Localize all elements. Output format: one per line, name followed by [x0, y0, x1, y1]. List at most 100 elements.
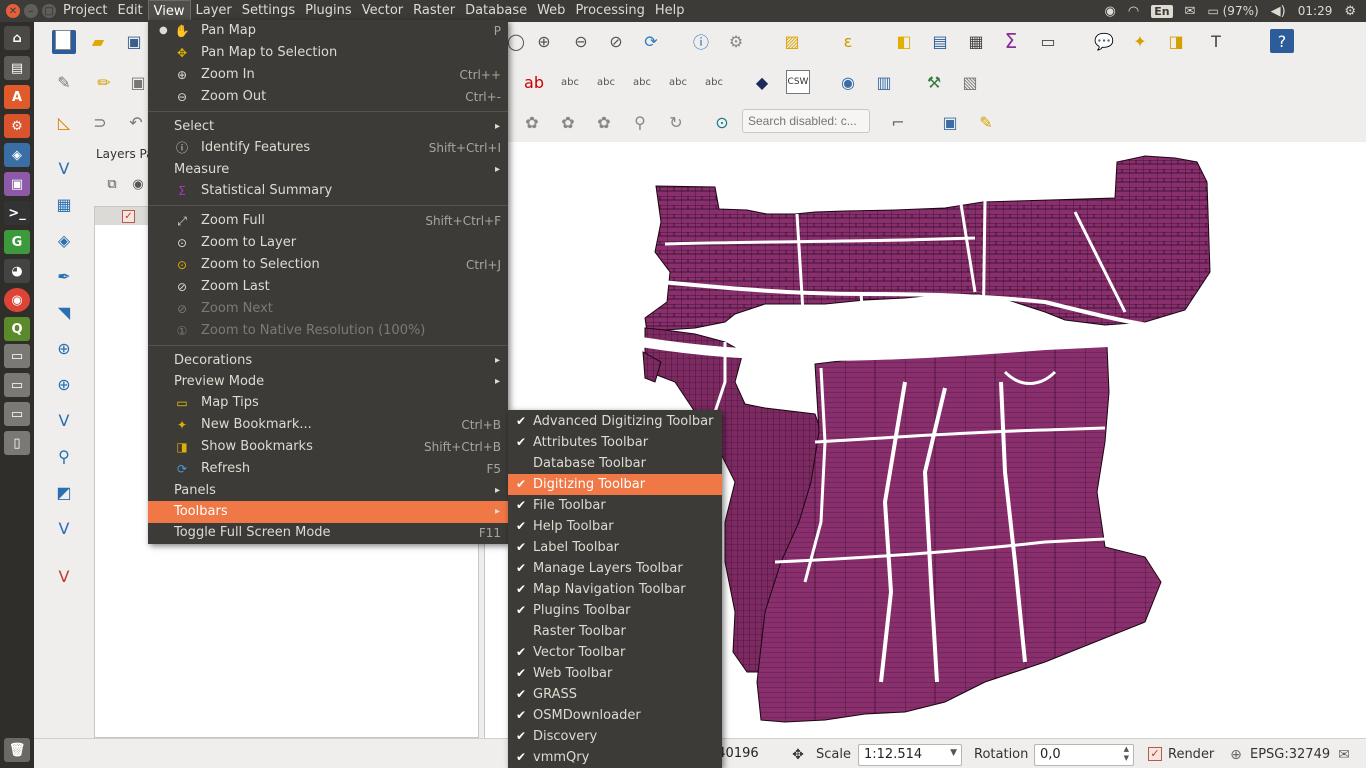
- edit-note-icon[interactable]: ✎: [974, 110, 998, 134]
- terminal-icon[interactable]: >_: [4, 201, 30, 225]
- drive-4-icon[interactable]: ▯: [4, 431, 30, 455]
- view-menu-item-panels[interactable]: Panels ▸: [148, 480, 508, 502]
- view-menu-item-show-bookmarks[interactable]: ◨ Show Bookmarks Shift+Ctrl+B: [148, 436, 508, 458]
- label-tool-icon[interactable]: ab: [522, 70, 546, 94]
- view-menu-item-pan-map[interactable]: ● ✋ Pan Map P: [148, 20, 508, 42]
- clock[interactable]: 01:29: [1298, 4, 1333, 18]
- menu-view[interactable]: View: [147, 0, 191, 22]
- minimize-window-icon[interactable]: –: [24, 4, 38, 18]
- drive-icon[interactable]: ▭: [4, 344, 30, 368]
- menu-project[interactable]: Project: [58, 0, 112, 22]
- toolbar-toggle-grass[interactable]: ✔ GRASS: [508, 684, 722, 705]
- view-menu-item-preview-mode[interactable]: Preview Mode ▸: [148, 371, 508, 393]
- software-center-icon[interactable]: A: [4, 85, 30, 109]
- add-postgis-layer-icon[interactable]: ◈: [52, 228, 76, 252]
- toolbar-toggle-label-toolbar[interactable]: ✔ Label Toolbar: [508, 537, 722, 558]
- layer-visibility-checkbox[interactable]: ✓: [122, 210, 135, 223]
- view-menu-item-zoom-full[interactable]: ⤢ Zoom Full Shift+Ctrl+F: [148, 210, 508, 232]
- label-show-icon[interactable]: abc: [594, 70, 618, 94]
- ubuntu-home-icon[interactable]: ⌂: [4, 26, 30, 50]
- grass-region-icon[interactable]: ▧: [958, 70, 982, 94]
- menu-vector[interactable]: Vector: [357, 0, 408, 22]
- toolbar-toggle-vmmqry[interactable]: ✔ vmmQry: [508, 747, 722, 768]
- grass-gis-icon[interactable]: G: [4, 230, 30, 254]
- deselect-icon[interactable]: ◧: [892, 29, 916, 53]
- grass-tools-icon[interactable]: ⚒: [922, 70, 946, 94]
- wifi-icon[interactable]: ◠: [1128, 4, 1139, 19]
- files-icon[interactable]: ▤: [4, 56, 30, 80]
- language-indicator[interactable]: En: [1151, 4, 1173, 18]
- volume-icon[interactable]: ◀): [1271, 4, 1286, 19]
- coordinate-toggle-icon[interactable]: ✥: [786, 743, 810, 767]
- toolbar-toggle-attributes-toolbar[interactable]: ✔ Attributes Toolbar: [508, 432, 722, 453]
- view-menu-item-toolbars[interactable]: Toolbars ▸: [148, 501, 508, 523]
- view-menu-item-identify-features[interactable]: ⓘ Identify Features Shift+Ctrl+I: [148, 137, 508, 159]
- undo-icon[interactable]: ↶: [124, 110, 148, 134]
- new-bookmark-toolbar-icon[interactable]: ✦: [1128, 29, 1152, 53]
- drive-2-icon[interactable]: ▭: [4, 373, 30, 397]
- toolbar-toggle-discovery[interactable]: ✔ Discovery: [508, 726, 722, 747]
- csw-icon[interactable]: CSW: [786, 70, 810, 94]
- label-pin-icon[interactable]: abc: [630, 70, 654, 94]
- edit-shapes-icon[interactable]: ✎: [52, 70, 76, 94]
- view-menu-item-decorations[interactable]: Decorations ▸: [148, 350, 508, 372]
- fill-ring-icon[interactable]: ✿: [592, 110, 616, 134]
- toggle-editing-icon[interactable]: ✏: [92, 70, 116, 94]
- system-settings-icon[interactable]: ⚙: [4, 114, 30, 138]
- menu-database[interactable]: Database: [460, 0, 532, 22]
- rotation-spin-arrows-icon[interactable]: ▲ ▼: [1124, 745, 1129, 763]
- discovery-search-input[interactable]: [742, 109, 870, 133]
- view-menu-item-map-tips[interactable]: ▭ Map Tips: [148, 392, 508, 414]
- toolbar-toggle-osmdownloader[interactable]: ✔ OSMDownloader: [508, 705, 722, 726]
- add-group-icon[interactable]: ⧉: [100, 172, 124, 196]
- advanced-digitize-icon[interactable]: ◺: [52, 110, 76, 134]
- discovery-search-icon[interactable]: ⊙: [710, 110, 734, 134]
- view-menu-item-zoom-out[interactable]: ⊖ Zoom Out Ctrl+-: [148, 86, 508, 108]
- pgadmin-icon[interactable]: ◈: [4, 143, 30, 167]
- label-change-icon[interactable]: abc: [702, 70, 726, 94]
- view-menu-item-zoom-to-selection[interactable]: ⊙ Zoom to Selection Ctrl+J: [148, 254, 508, 276]
- add-wms-layer-icon[interactable]: ⊕: [52, 336, 76, 360]
- toolbar-toggle-advanced-digitizing-toolbar[interactable]: ✔ Advanced Digitizing Toolbar: [508, 411, 722, 432]
- rotate-icon[interactable]: ↻: [664, 110, 688, 134]
- trash-icon[interactable]: 🗑: [4, 738, 30, 762]
- show-bookmarks-toolbar-icon[interactable]: ◨: [1164, 29, 1188, 53]
- text-annotation-icon[interactable]: T: [1204, 29, 1228, 53]
- view-menu-item-select[interactable]: Select ▸: [148, 116, 508, 138]
- plugin-tool-icon[interactable]: ▥: [872, 70, 896, 94]
- view-menu-item-zoom-in[interactable]: ⊕ Zoom In Ctrl++: [148, 64, 508, 86]
- view-menu-item-zoom-last[interactable]: ⊘ Zoom Last: [148, 276, 508, 298]
- menu-edit[interactable]: Edit: [112, 0, 147, 22]
- toolbar-toggle-file-toolbar[interactable]: ✔ File Toolbar: [508, 495, 722, 516]
- view-menu-item-new-bookmark[interactable]: ✦ New Bookmark... Ctrl+B: [148, 414, 508, 436]
- menu-help[interactable]: Help: [650, 0, 690, 22]
- view-menu-item-zoom-to-layer[interactable]: ⊙ Zoom to Layer: [148, 232, 508, 254]
- help-icon[interactable]: ?: [1270, 29, 1294, 53]
- chrome-launcher-icon[interactable]: ◉: [4, 288, 30, 312]
- mail-icon[interactable]: ✉: [1185, 4, 1196, 19]
- menu-web[interactable]: Web: [532, 0, 570, 22]
- refresh-toolbar-icon[interactable]: ⟳: [639, 29, 663, 53]
- scale-combobox[interactable]: 1:12.514 ▼: [858, 744, 962, 766]
- toolbar-toggle-map-navigation-toolbar[interactable]: ✔ Map Navigation Toolbar: [508, 579, 722, 600]
- toolbar-toggle-vector-toolbar[interactable]: ✔ Vector Toolbar: [508, 642, 722, 663]
- add-wfs-layer-icon[interactable]: V: [52, 408, 76, 432]
- new-gpx-icon[interactable]: V: [52, 564, 76, 588]
- menu-layer[interactable]: Layer: [191, 0, 237, 22]
- toolbar-toggle-database-toolbar[interactable]: Database Toolbar: [508, 453, 722, 474]
- toolbar-toggle-raster-toolbar[interactable]: Raster Toolbar: [508, 621, 722, 642]
- menu-processing[interactable]: Processing: [570, 0, 649, 22]
- zoom-in-toolbar-icon[interactable]: ⊕: [532, 29, 556, 53]
- settings-toolbar-icon[interactable]: ⚙: [724, 29, 748, 53]
- new-spatialite-icon[interactable]: V: [52, 516, 76, 540]
- map-tips-toolbar-icon[interactable]: 💬: [1092, 29, 1116, 53]
- toolbar-toggle-help-toolbar[interactable]: ✔ Help Toolbar: [508, 516, 722, 537]
- rotation-spinbox[interactable]: 0,0 ▲ ▼: [1034, 744, 1134, 766]
- select-expression-icon[interactable]: ε: [836, 29, 860, 53]
- field-calculator-icon[interactable]: ▦: [964, 29, 988, 53]
- attribute-table-icon[interactable]: ▤: [928, 29, 952, 53]
- toolbar-toggle-manage-layers-toolbar[interactable]: ✔ Manage Layers Toolbar: [508, 558, 722, 579]
- identify-toolbar-icon[interactable]: ⓘ: [689, 29, 713, 53]
- select-features-icon[interactable]: ▨: [780, 29, 804, 53]
- chrome-icon[interactable]: ◉: [1105, 4, 1116, 19]
